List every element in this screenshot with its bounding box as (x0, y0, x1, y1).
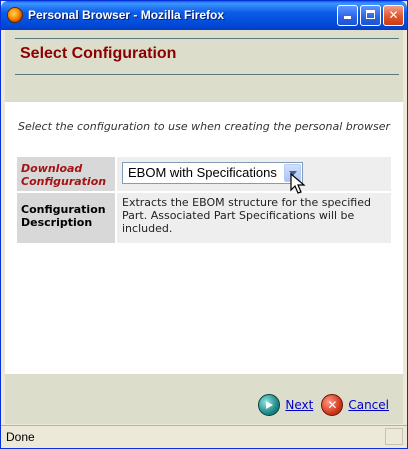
minimize-button[interactable] (337, 5, 358, 26)
maximize-button[interactable] (360, 5, 381, 26)
next-action[interactable]: Next (258, 394, 313, 416)
title-bar[interactable]: Personal Browser - Mozilla Firefox ✕ (1, 1, 407, 30)
configuration-select-value: EBOM with Specifications (128, 165, 277, 180)
page-footer: Next ✕ Cancel (5, 374, 403, 424)
action-bar: Next ✕ Cancel (258, 394, 389, 416)
status-pane (385, 428, 403, 445)
close-button[interactable]: ✕ (383, 5, 404, 26)
page-title: Select Configuration (20, 45, 177, 62)
download-configuration-cell: EBOM with Specifications (117, 157, 391, 191)
configuration-select[interactable]: EBOM with Specifications (122, 162, 303, 184)
header-divider-top (15, 38, 399, 39)
configuration-description-text: Extracts the EBOM structure for the spec… (117, 193, 391, 243)
configuration-description-label: Configuration Description (17, 193, 115, 243)
cancel-icon[interactable]: ✕ (321, 394, 344, 416)
page-header: Select Configuration (5, 30, 403, 102)
browser-window: Personal Browser - Mozilla Firefox ✕ Sel… (0, 0, 408, 449)
next-link[interactable]: Next (285, 398, 313, 412)
status-text: Done (6, 430, 35, 444)
maximize-icon (366, 10, 375, 19)
close-icon: ✕ (388, 8, 399, 22)
window-title: Personal Browser - Mozilla Firefox (28, 8, 225, 22)
configuration-form: Download Configuration EBOM with Specifi… (17, 157, 391, 245)
next-arrow-icon[interactable] (258, 394, 281, 416)
configuration-description-row: Configuration Description Extracts the E… (17, 193, 391, 243)
cancel-action[interactable]: ✕ Cancel (321, 394, 389, 416)
page-content: Select Configuration Select the configur… (5, 30, 403, 424)
minimize-icon (344, 16, 351, 19)
download-configuration-row: Download Configuration EBOM with Specifi… (17, 157, 391, 191)
firefox-icon (7, 7, 23, 23)
status-bar: Done (1, 425, 407, 448)
cancel-link[interactable]: Cancel (348, 398, 389, 412)
download-configuration-label: Download Configuration (17, 157, 115, 191)
mouse-pointer-icon (290, 173, 306, 194)
instruction-text: Select the configuration to use when cre… (17, 120, 391, 133)
header-divider-bottom (15, 74, 399, 75)
